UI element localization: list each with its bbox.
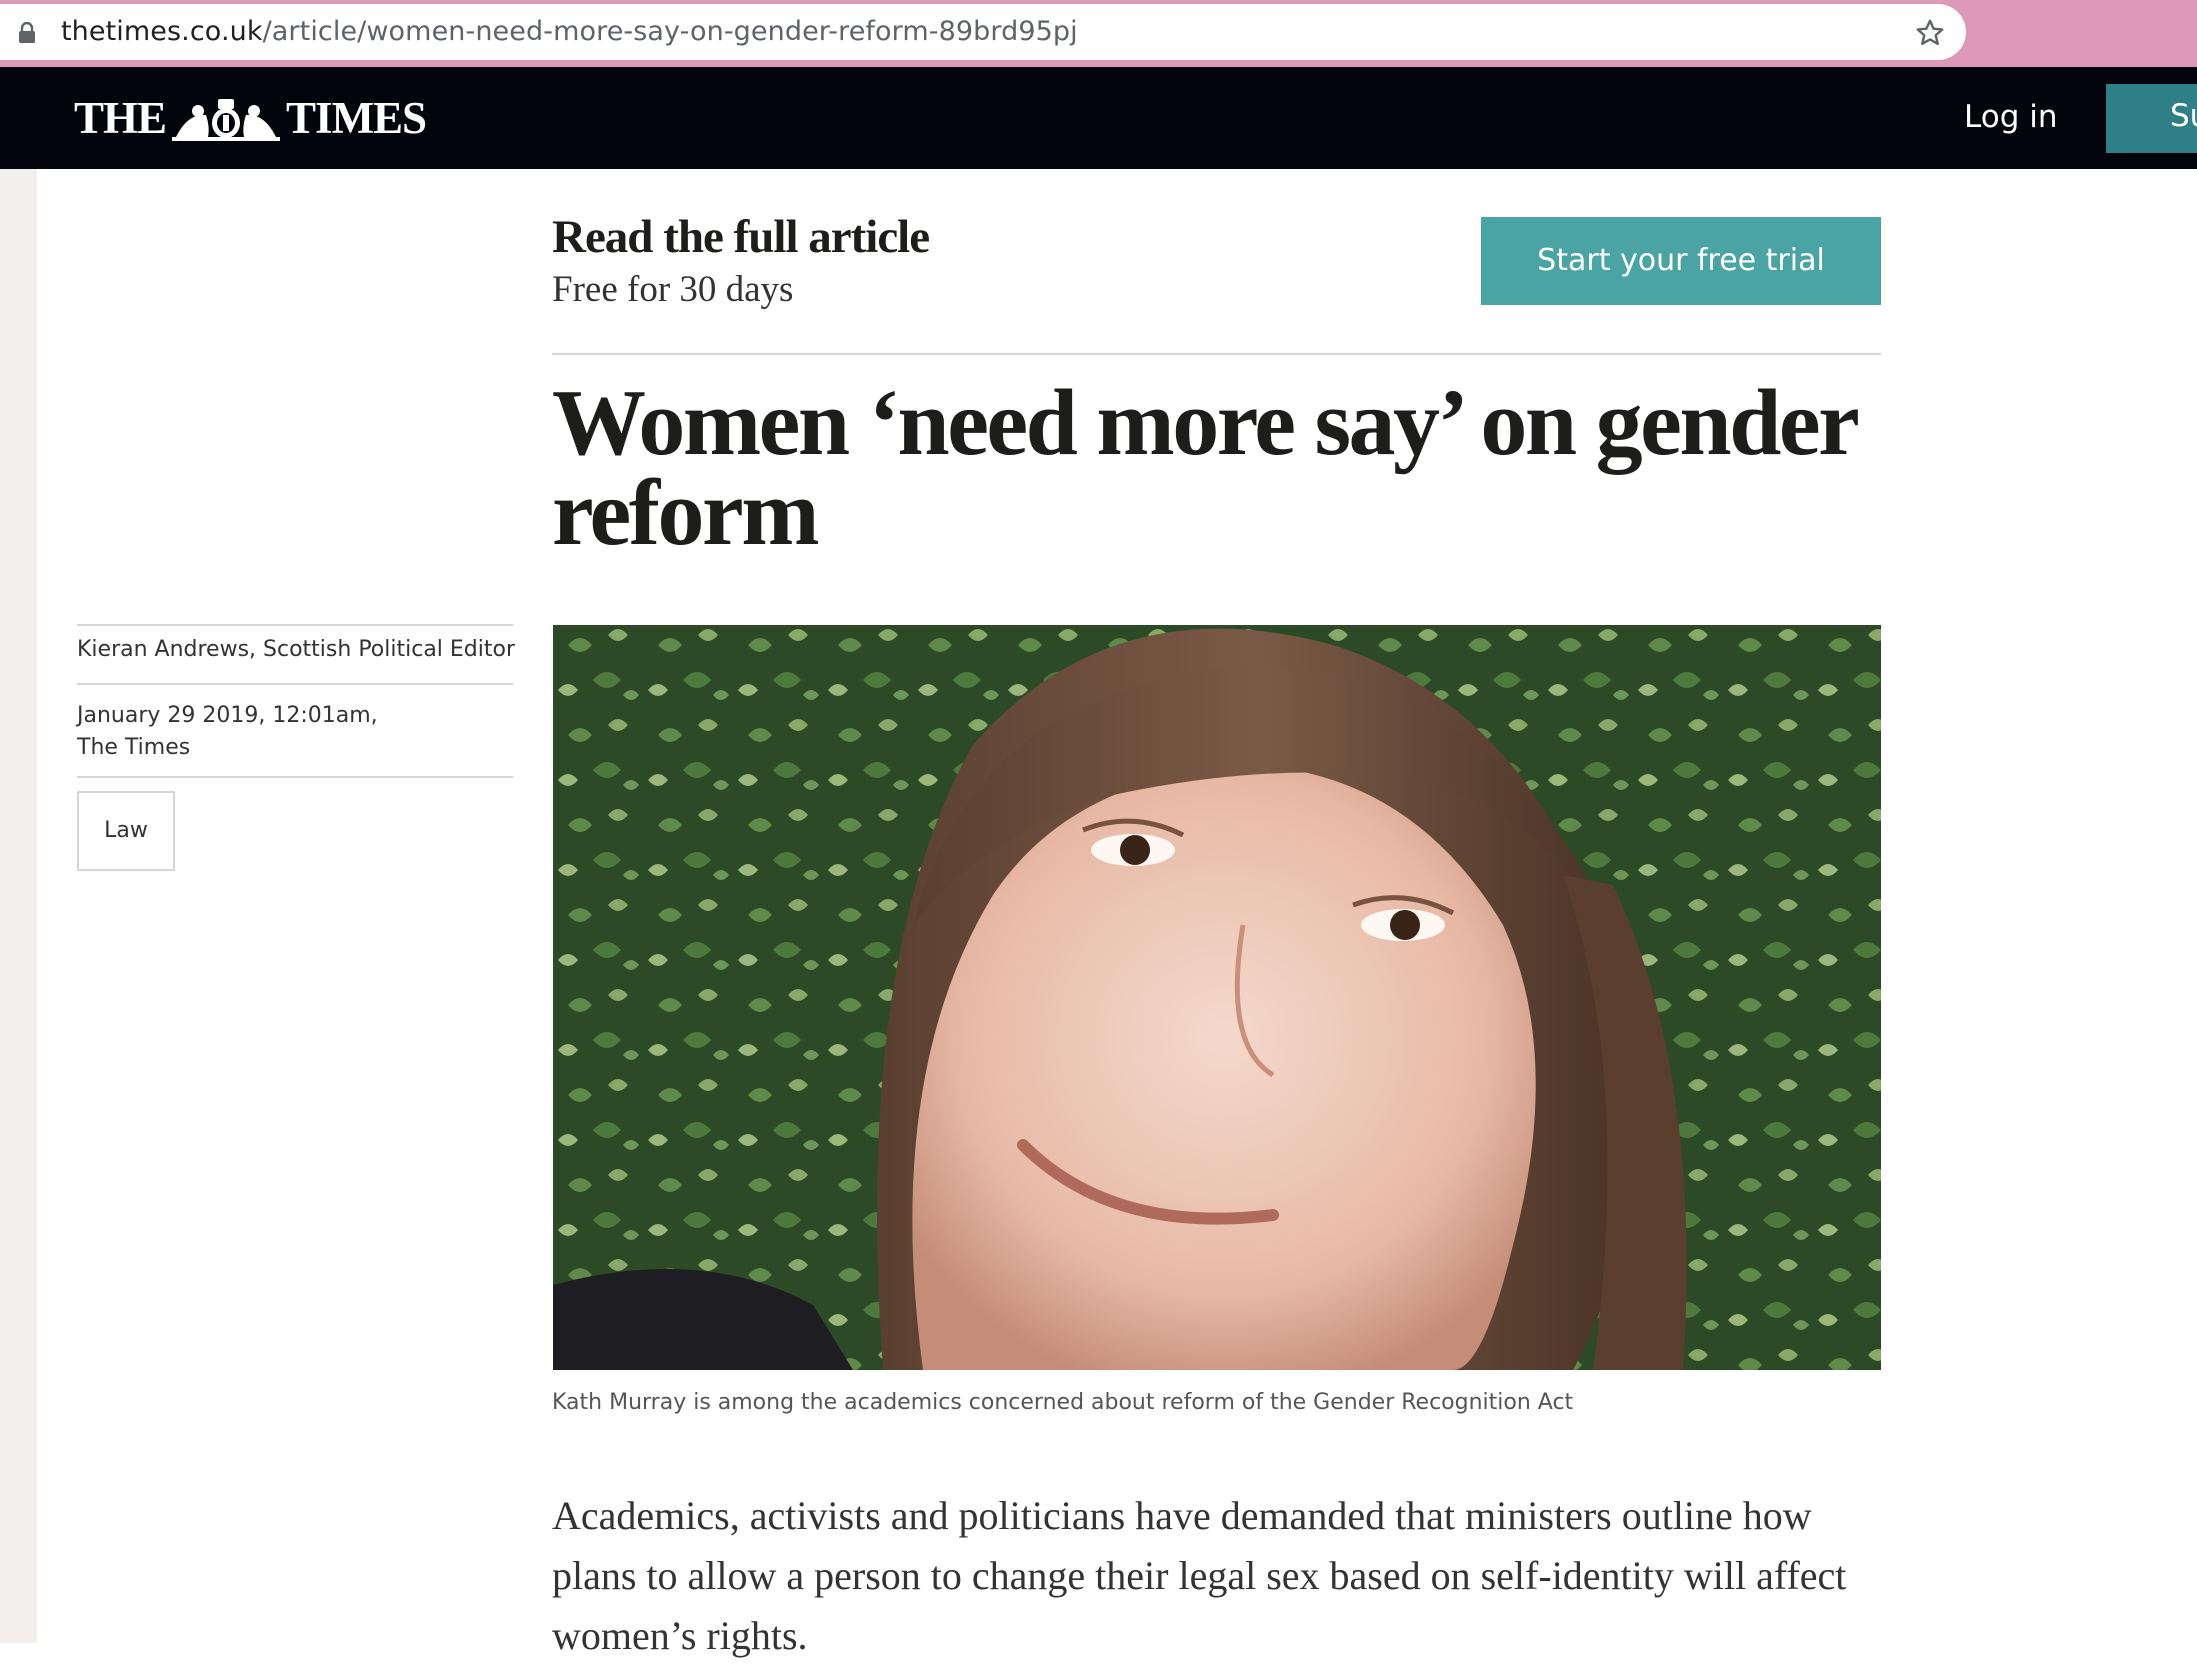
- logo-text-times: TIMES: [286, 93, 427, 143]
- login-link[interactable]: Log in: [1964, 99, 2057, 135]
- start-free-trial-button[interactable]: Start your free trial: [1481, 217, 1881, 305]
- article-body-paragraph: Academics, activists and politicians hav…: [552, 1493, 1847, 1658]
- divider: [77, 683, 513, 685]
- divider: [77, 624, 513, 626]
- site-header: THE TIMES Log in Subscribe: [0, 67, 2197, 169]
- subscribe-button[interactable]: Subscribe: [2106, 84, 2197, 153]
- article-date: January 29 2019, 12:01am,: [77, 703, 378, 728]
- divider: [77, 776, 513, 778]
- url-text[interactable]: thetimes.co.uk/article/women-need-more-s…: [61, 16, 1078, 47]
- divider: [552, 353, 1881, 355]
- image-caption: Kath Murray is among the academics conce…: [552, 1390, 1574, 1415]
- article-author[interactable]: Kieran Andrews, Scottish Political Edito…: [77, 637, 515, 662]
- article-photo: [553, 625, 1881, 1370]
- browser-toolbar: thetimes.co.uk/article/women-need-more-s…: [0, 0, 2197, 67]
- url-path: /article/women-need-more-say-on-gender-r…: [262, 16, 1078, 47]
- topic-tag[interactable]: Law: [77, 791, 175, 871]
- address-bar[interactable]: thetimes.co.uk/article/women-need-more-s…: [0, 4, 1966, 60]
- lock-icon: [19, 22, 35, 43]
- royal-crest-icon: [172, 99, 281, 141]
- url-host: thetimes.co.uk: [61, 16, 263, 47]
- left-gutter: [0, 169, 37, 1643]
- paywall-title: Read the full article: [552, 211, 930, 263]
- paywall-subtitle: Free for 30 days: [552, 269, 794, 310]
- times-logo[interactable]: THE TIMES: [74, 87, 427, 149]
- article-dateline: January 29 2019, 12:01am, The Times: [77, 700, 513, 764]
- star-icon[interactable]: [1914, 17, 1946, 49]
- logo-text-the: THE: [74, 93, 167, 143]
- article-publication: The Times: [77, 735, 191, 760]
- article-headline: Women ‘need more say’ on gender reform: [552, 371, 1858, 565]
